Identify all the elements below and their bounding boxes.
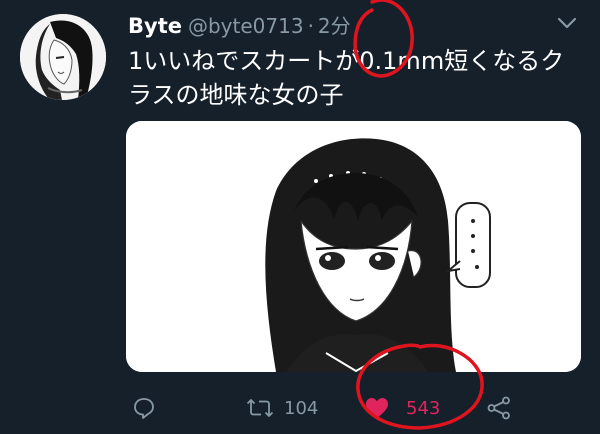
timestamp[interactable]: 2分 xyxy=(318,10,351,39)
heart-icon xyxy=(366,398,388,418)
tweet-header: Byte @byte0713 · 2分 xyxy=(128,10,351,40)
tweet-text-line-2: ラスの地味な女の子 xyxy=(128,81,344,109)
avatar[interactable] xyxy=(20,14,106,100)
share-button[interactable] xyxy=(486,388,512,428)
tweet[interactable]: Byte @byte0713 · 2分 1いいねでスカートが0.1mm短くなるク… xyxy=(0,0,600,434)
tweet-actions: 104 543 xyxy=(0,388,600,428)
chevron-down-icon[interactable] xyxy=(556,14,578,32)
share-icon xyxy=(487,396,510,420)
retweet-count: 104 xyxy=(284,397,319,419)
manga-girl-illustration xyxy=(126,121,581,372)
retweet-icon xyxy=(246,398,274,418)
reply-icon xyxy=(134,398,154,419)
tweet-text: 1いいねでスカートが0.1mm短くなるク ラスの地味な女の子 xyxy=(128,44,578,112)
retweet-button[interactable]: 104 xyxy=(246,388,318,428)
avatar-illustration xyxy=(20,14,106,100)
user-handle[interactable]: @byte0713 xyxy=(188,14,304,38)
reply-button[interactable] xyxy=(132,388,156,428)
like-button[interactable]: 543 xyxy=(364,388,440,428)
like-count: 543 xyxy=(406,397,441,419)
tweet-text-line-1: 1いいねでスカートが0.1mm短くなるク xyxy=(128,47,565,75)
display-name[interactable]: Byte xyxy=(128,14,182,38)
separator: · xyxy=(307,14,314,38)
tweet-image[interactable] xyxy=(126,121,581,372)
